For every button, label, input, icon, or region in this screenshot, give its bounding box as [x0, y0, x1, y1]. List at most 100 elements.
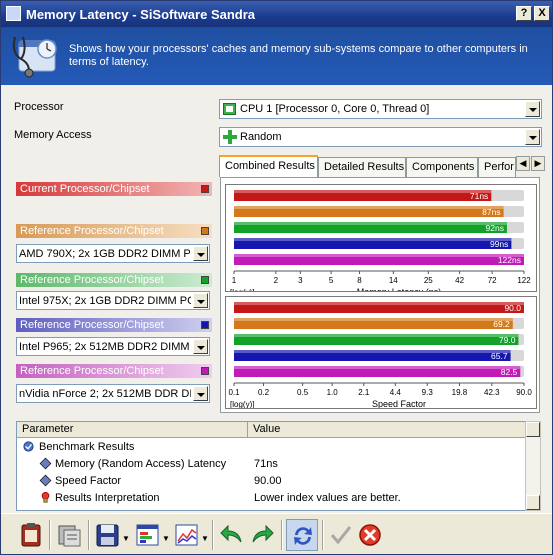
tab-scroll-left-button[interactable]: ◀	[516, 156, 530, 171]
latency-chart-svg: 71ns 87ns 92ns 99ns 122ns 1 2 3 5 8 14 25 42 72 122 [lo…	[230, 187, 531, 297]
line-chart-icon[interactable]	[174, 522, 200, 548]
toolbar-separator	[49, 520, 51, 550]
memory-access-select-value: Random	[240, 131, 282, 143]
x-tick-label: 42.3	[484, 388, 500, 397]
report-icon[interactable]	[18, 522, 44, 548]
x-tick-label: 14	[389, 276, 398, 285]
help-button[interactable]: ?	[516, 6, 532, 21]
back-arrow-icon[interactable]	[219, 522, 245, 548]
toolbar-separator	[88, 520, 90, 550]
save-dropdown-icon[interactable]: ▼	[122, 534, 130, 543]
scale-label: [log(y)]	[230, 400, 254, 408]
reference-select-1[interactable]: AMD 790X; 2x 1GB DDR2 DIMM PC2-	[16, 244, 210, 263]
grid-scrollbar[interactable]	[525, 421, 541, 511]
bar-value-label: 65.7	[491, 351, 508, 361]
bar-highlight	[234, 318, 513, 321]
chevron-down-icon[interactable]	[193, 246, 208, 261]
table-row[interactable]: Results Interpretation Lower index value…	[17, 490, 525, 507]
bar-value-label: 79.0	[499, 335, 516, 345]
chevron-down-icon[interactable]	[525, 101, 540, 117]
grid-column-divider	[247, 422, 248, 438]
tab-performance[interactable]: Perfor	[478, 157, 516, 177]
bar-value-label: 92ns	[486, 223, 504, 233]
reference-label-text: Reference Processor/Chipset	[20, 225, 164, 237]
chart-dropdown-icon[interactable]: ▼	[162, 534, 170, 543]
forward-arrow-icon[interactable]	[249, 522, 275, 548]
refresh-button[interactable]	[286, 519, 318, 551]
current-processor-text: Current Processor/Chipset	[20, 183, 150, 195]
stethoscope-icon	[12, 36, 57, 78]
chevron-down-icon[interactable]	[193, 386, 208, 401]
memory-access-select[interactable]: Random	[219, 127, 542, 147]
title-bar[interactable]: Memory Latency - SiSoftware Sandra ? X	[1, 1, 552, 27]
reference-select-4[interactable]: nVidia nForce 2; 2x 512MB DDR DIM	[16, 384, 210, 403]
grid-group-row[interactable]: Benchmark Results	[17, 439, 525, 456]
bar-value-label: 122ns	[498, 255, 521, 265]
bar-highlight	[234, 206, 504, 209]
x-tick-label: 122	[517, 276, 531, 285]
processor-label: Processor	[14, 101, 64, 113]
reference-select-2[interactable]: Intel 975X; 2x 1GB DDR2 DIMM PC2-	[16, 291, 210, 310]
bar-chart-icon[interactable]	[135, 522, 161, 548]
reference-label-1: Reference Processor/Chipset	[16, 224, 212, 238]
close-button[interactable]: X	[534, 6, 550, 21]
chevron-down-icon[interactable]	[193, 293, 208, 308]
bar-highlight	[234, 254, 524, 257]
header-banner: Shows how your processors' caches and me…	[1, 27, 552, 85]
reference-select-value: Intel 975X; 2x 1GB DDR2 DIMM PC2-	[19, 295, 191, 307]
grid-column-parameter[interactable]: Parameter	[22, 423, 73, 435]
bar-value-label: 82.5	[501, 367, 518, 377]
x-tick-label: 42	[455, 276, 464, 285]
bar-highlight	[234, 222, 507, 225]
save-icon[interactable]	[95, 522, 121, 548]
benchmark-icon	[23, 441, 34, 452]
x-tick-label: 0.1	[228, 388, 240, 397]
current-processor-label: Current Processor/Chipset	[16, 182, 212, 196]
x-tick-label: 19.8	[452, 388, 468, 397]
grid-param: Memory (Random Access) Latency	[55, 458, 227, 470]
scroll-down-button[interactable]	[526, 495, 540, 510]
cancel-icon[interactable]	[357, 522, 383, 548]
bottom-toolbar: ▼ ▼ ▼	[1, 513, 552, 554]
reference-select-3[interactable]: Intel P965; 2x 512MB DDR2 DIMM P	[16, 337, 210, 356]
chevron-down-icon[interactable]	[193, 339, 208, 354]
app-icon	[6, 6, 21, 21]
x-tick-label: 3	[298, 276, 303, 285]
reference-color-swatch	[201, 276, 209, 284]
grid-value: 71ns	[254, 458, 278, 470]
window-title: Memory Latency - SiSoftware Sandra	[26, 7, 256, 22]
diamond-icon	[39, 457, 52, 470]
scale-label: [log(y)]	[230, 288, 254, 291]
table-row[interactable]: Memory (Random Access) Latency 71ns	[17, 456, 525, 473]
grid-header: Parameter Value	[17, 422, 527, 438]
x-tick-label: 90.0	[516, 388, 532, 397]
tab-components[interactable]: Components	[406, 157, 478, 177]
x-tick-label: 2.1	[358, 388, 370, 397]
line-chart-dropdown-icon[interactable]: ▼	[201, 534, 209, 543]
reference-label-3: Reference Processor/Chipset	[16, 318, 212, 332]
x-tick-label: 9.3	[422, 388, 434, 397]
options-icon[interactable]	[56, 522, 82, 548]
processor-select[interactable]: CPU 1 [Processor 0, Core 0, Thread 0]	[219, 99, 542, 119]
reference-select-value: nVidia nForce 2; 2x 512MB DDR DIM	[19, 388, 191, 400]
x-tick-label: 5	[329, 276, 334, 285]
results-grid: Parameter Value Benchmark Results Memory…	[16, 421, 527, 511]
reference-color-swatch	[201, 367, 209, 375]
scroll-up-button[interactable]	[526, 422, 540, 437]
bar-highlight	[234, 366, 521, 369]
tab-scroll-right-button[interactable]: ▶	[531, 156, 545, 171]
grid-value: Lower index values are better.	[254, 492, 401, 504]
checkmark-icon[interactable]	[328, 522, 354, 548]
refresh-icon	[294, 527, 312, 545]
x-tick-label: 0.2	[258, 388, 270, 397]
bar-value-label: 90.0	[504, 303, 521, 313]
grid-column-value[interactable]: Value	[253, 423, 280, 435]
combined-results-panel: 71ns 87ns 92ns 99ns 122ns 1 2 3 5 8 14 25 42 72 122 [lo…	[220, 177, 540, 413]
chevron-down-icon[interactable]	[525, 129, 540, 145]
x-tick-label: 72	[488, 276, 497, 285]
latency-chart: 71ns 87ns 92ns 99ns 122ns 1 2 3 5 8 14 25 42 72 122 [lo…	[225, 184, 537, 297]
speed-factor-chart: 90.0 69.2 79.0 65.7 82.5 0.1 0.2 0.5 1.0 2.1 4.4 9.…	[225, 296, 537, 409]
table-row[interactable]: Speed Factor 90.00	[17, 473, 525, 490]
tab-detailed-results[interactable]: Detailed Results	[318, 157, 406, 177]
tab-combined-results[interactable]: Combined Results	[219, 155, 318, 177]
